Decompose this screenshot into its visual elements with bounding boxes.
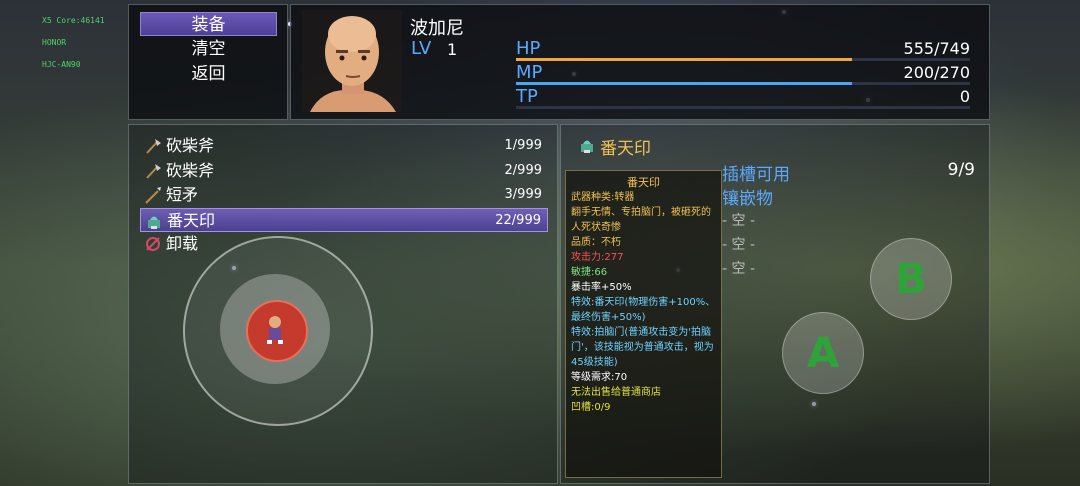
- item-row[interactable]: 砍柴斧 1/999: [140, 134, 548, 158]
- tooltip-crit: 暴击率+50%: [571, 282, 632, 293]
- tooltip-desc: 翻手无情、专拍脑门，被砸死的人死状奇惨: [571, 207, 711, 233]
- actor-portrait: [302, 10, 402, 112]
- inlay-slot-3[interactable]: - 空 -: [722, 258, 755, 278]
- tooltip-title: 番天印: [627, 176, 660, 189]
- unequip-icon: [144, 235, 162, 253]
- seal-icon: [145, 212, 163, 230]
- gauge-value-tp: 0: [959, 87, 970, 106]
- axe-icon: [144, 137, 162, 155]
- inlay-slot-2[interactable]: - 空 -: [722, 234, 755, 254]
- item-quantity: 2/999: [504, 162, 542, 178]
- tooltip-effect-1: 特效:番天印(物理伤害+100%、最终伤害+50%): [571, 297, 716, 323]
- item-name: 番天印: [167, 210, 216, 230]
- debug-core: X5 Core:46141: [42, 16, 105, 25]
- item-row[interactable]: 番天印 22/999: [140, 207, 548, 232]
- player-sprite-icon: [267, 316, 283, 344]
- command-clear[interactable]: 清空: [140, 37, 277, 61]
- item-row[interactable]: 短矛 3/999: [140, 183, 548, 207]
- debug-model: HJC-AN90: [42, 60, 81, 69]
- item-name: 卸载: [166, 234, 199, 253]
- actor-name: 波加尼: [410, 18, 464, 39]
- slot-label: 插槽可用: [722, 165, 790, 185]
- command-equip[interactable]: 装备: [140, 12, 277, 36]
- tooltip-effect-2: 特效:拍脑门(普通攻击变为'拍脑门'，该技能视为普通攻击，视为45级技能): [571, 327, 714, 368]
- slot-value: 9/9: [947, 160, 975, 180]
- item-quantity: 1/999: [504, 138, 542, 153]
- gauge-value-hp: 555/749: [903, 39, 970, 58]
- a-button[interactable]: A: [782, 312, 864, 394]
- gauge-fill-mp: [516, 82, 853, 85]
- inlay-slot-1[interactable]: - 空 -: [722, 210, 755, 230]
- gauge-track-hp: [516, 58, 970, 61]
- tooltip-level-req: 等级需求:70: [571, 372, 628, 383]
- gauge-track-tp: [516, 106, 970, 109]
- item-row[interactable]: 砍柴斧 2/999: [140, 159, 548, 183]
- item-name: 砍柴斧: [166, 136, 215, 155]
- item-name: 砍柴斧: [166, 160, 215, 180]
- detail-item-name: 番天印: [600, 139, 651, 159]
- spear-icon: [144, 186, 162, 204]
- command-back[interactable]: 返回: [140, 62, 277, 86]
- tooltip-socket: 凹槽:0/9: [571, 402, 611, 413]
- gauge-label-tp: TP: [516, 86, 538, 107]
- gauge-fill-hp: [516, 58, 853, 61]
- b-button[interactable]: B: [870, 238, 952, 320]
- gauge-track-mp: [516, 82, 970, 85]
- level-value: 1: [447, 40, 458, 59]
- tooltip-type: 武器种类:转器: [571, 192, 635, 203]
- gauge-label-hp: HP: [516, 38, 541, 59]
- gauge-value-mp: 200/270: [903, 63, 970, 82]
- debug-brand: HONOR: [42, 38, 67, 47]
- item-name: 短矛: [166, 185, 199, 204]
- tooltip-agility: 敏捷:66: [571, 267, 608, 278]
- item-tooltip: 番天印 武器种类:转器 翻手无情、专拍脑门，被砸死的人死状奇惨 品质：不朽 攻击…: [565, 170, 722, 478]
- gauge-label-mp: MP: [516, 62, 543, 83]
- item-quantity: 22/999: [495, 212, 541, 228]
- tooltip-attack: 攻击力:277: [571, 252, 624, 263]
- item-quantity: 3/999: [504, 187, 542, 202]
- axe-icon: [144, 162, 162, 180]
- inlay-label: 镶嵌物: [722, 189, 773, 209]
- tooltip-quality: 品质：不朽: [571, 237, 621, 248]
- tooltip-nosell: 无法出售给普通商店: [571, 387, 661, 398]
- item-row[interactable]: 卸载: [140, 232, 548, 256]
- seal-icon: [578, 136, 596, 154]
- level-label: LV: [411, 38, 432, 59]
